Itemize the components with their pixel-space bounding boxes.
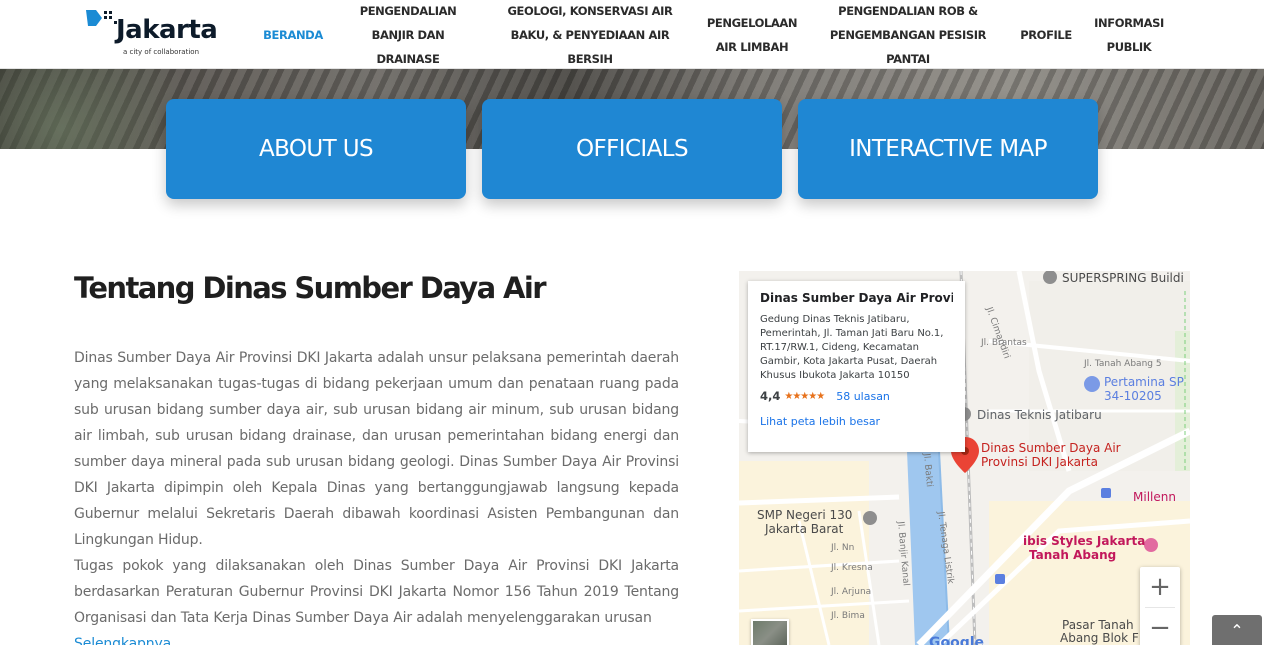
street-kresna: Jl. Kresna (831, 563, 873, 573)
article-title: Tentang Dinas Sumber Daya Air (74, 271, 547, 305)
view-larger-map-link[interactable]: Lihat peta lebih besar (760, 415, 953, 428)
marker-label-line-2: Provinsi DKI Jakarta (981, 455, 1098, 469)
map-rating-row: 4,4 ★★★★★ 58 ulasan (760, 389, 953, 403)
poi-ibis-line-2: Tanah Abang (1029, 548, 1117, 562)
map-rating-value: 4,4 (760, 389, 781, 403)
zoom-out-button[interactable]: − (1140, 608, 1180, 645)
jakarta-logo[interactable]: Jakarta a city of collaboration (82, 6, 222, 60)
map-place-name: Dinas Sumber Daya Air Provin... (760, 291, 953, 305)
nav-pengendalian-rob[interactable]: PENGENDALIAN ROB & PENGEMBANGAN PESISIR … (828, 0, 988, 69)
nav-pengelolaan-air-limbah[interactable]: PENGELOLAAN AIR LIMBAH (702, 0, 802, 69)
poi-dinas-teknis: Dinas Teknis Jatibaru (977, 408, 1102, 422)
nav-profile[interactable]: PROFILE (1014, 0, 1078, 69)
poi-millennium: Millenn (1133, 490, 1176, 504)
poi-smp-line-1: SMP Negeri 130 (757, 508, 853, 522)
nav-beranda[interactable]: BERANDA (258, 0, 328, 69)
logo-wordmark: Jakarta (116, 15, 218, 45)
poi-pasar-line-1: Pasar Tanah (1062, 618, 1134, 632)
zoom-in-button[interactable]: + (1140, 567, 1180, 607)
read-more-link[interactable]: Selengkapnya (74, 636, 171, 645)
star-rating-icon: ★★★★★ (784, 390, 825, 402)
poi-pertamina-1: Pertamina SP (1104, 375, 1184, 389)
map-reviews-link[interactable]: 58 ulasan (836, 390, 890, 403)
site-header: Jakarta a city of collaboration BERANDA … (0, 0, 1264, 69)
street-brantas: Jl. Brantas (981, 338, 1027, 348)
google-logo: Google (929, 635, 985, 645)
officials-card[interactable]: OFFICIALS (482, 99, 782, 199)
article-paragraph-2-block: Tugas pokok yang dilaksanakan oleh Dinas… (74, 553, 679, 645)
poi-smp-line-2: Jakarta Barat (765, 522, 844, 536)
street-tanah-abang-5: Jl. Tanah Abang 5 (1084, 359, 1162, 369)
back-to-top-button[interactable]: ⌃ (1212, 615, 1262, 645)
map-zoom-controls: + − (1140, 567, 1180, 645)
poi-pertamina-2: 34-10205 (1104, 389, 1162, 403)
map-info-popup: Dinas Sumber Daya Air Provin... Gedung D… (748, 281, 965, 452)
poi-ibis-line-1: ibis Styles Jakarta (1023, 534, 1146, 548)
about-us-card[interactable]: ABOUT US (166, 99, 466, 199)
poi-pasar-line-2: Abang Blok F (1060, 631, 1139, 645)
nav-pengendalian-banjir[interactable]: PENGENDALIAN BANJIR DAN DRAINASE (348, 0, 468, 69)
logo-tagline: a city of collaboration (123, 48, 200, 56)
article-paragraph-1: Dinas Sumber Daya Air Provinsi DKI Jakar… (74, 350, 679, 548)
nav-informasi-publik[interactable]: INFORMASI PUBLIK (1088, 0, 1170, 69)
street-arjuna: Jl. Arjuna (831, 587, 872, 597)
street-nn: Jl. Nn (831, 543, 855, 553)
poi-superspring: SUPERSPRING Buildi (1062, 271, 1184, 285)
chevron-up-icon: ⌃ (1230, 621, 1244, 640)
map-satellite-toggle[interactable] (751, 619, 789, 645)
article-paragraph-2: Tugas pokok yang dilaksanakan oleh Dinas… (74, 558, 679, 626)
interactive-map-card[interactable]: INTERACTIVE MAP (798, 99, 1098, 199)
embedded-map[interactable]: Dinas Teknis Jatibaru SUPERSPRING Buildi… (739, 271, 1190, 645)
marker-label-line-1: Dinas Sumber Daya Air (981, 441, 1121, 455)
street-bima: Jl. Bima (831, 611, 865, 621)
map-place-address: Gedung Dinas Teknis Jatibaru, Pemerintah… (760, 314, 944, 381)
nav-geologi[interactable]: GEOLOGI, KONSERVASI AIR BAKU, & PENYEDIA… (490, 0, 690, 69)
